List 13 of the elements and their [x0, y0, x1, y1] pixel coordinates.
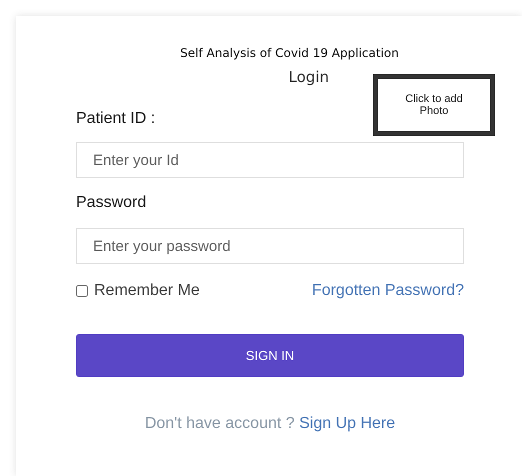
field-label: Password	[76, 194, 148, 212]
sign-up-link[interactable]: Sign Up Here	[299, 415, 396, 432]
signup-prompt: Don't have account ?	[144, 415, 295, 432]
photo-upload-box[interactable]: Click to add Photo	[373, 74, 495, 136]
login-heading: Login	[288, 68, 330, 88]
remember-checkbox[interactable]	[76, 285, 88, 297]
input-field[interactable]: Enter your Id	[76, 142, 464, 178]
remember-me-label[interactable]: Remember Me	[94, 282, 200, 300]
forgot-password-link[interactable]: Forgotten Password?	[312, 282, 464, 300]
input-field[interactable]: Enter your password	[76, 228, 464, 264]
field-label: Patient ID :	[76, 110, 156, 128]
app-title: Self Analysis of Covid 19 Application	[179, 46, 400, 60]
sign-in-button[interactable]: SIGN IN	[76, 334, 464, 377]
